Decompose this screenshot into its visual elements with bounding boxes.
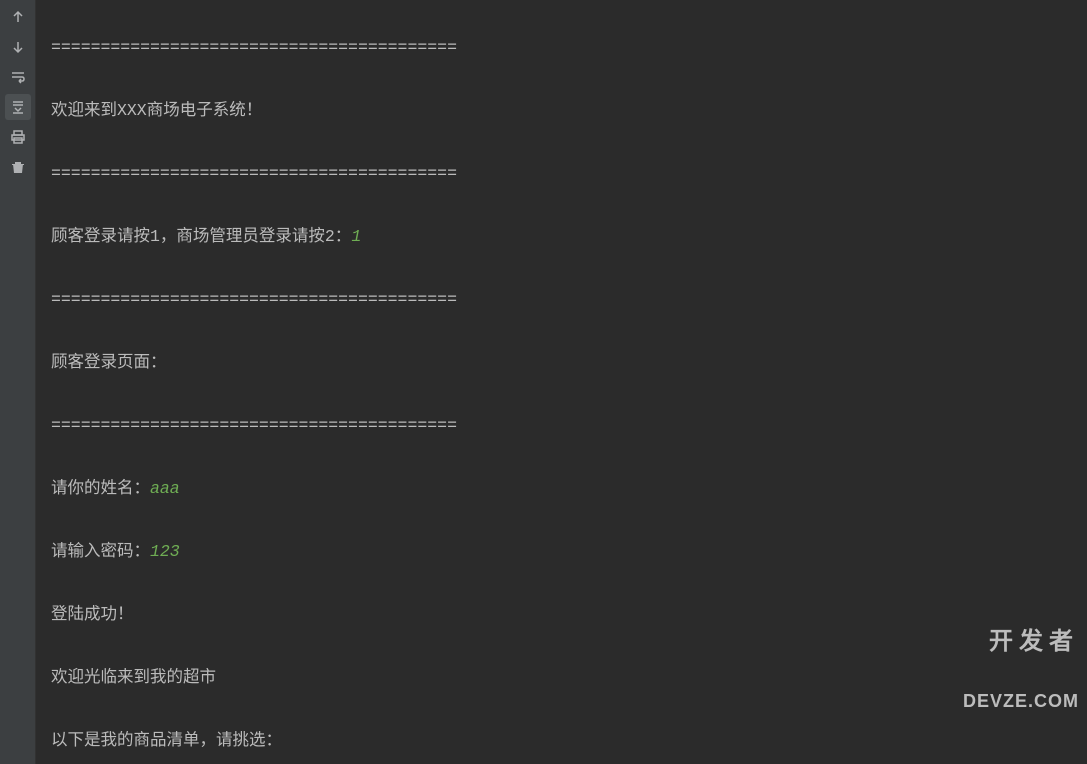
separator-line: ========================================… <box>51 32 1072 64</box>
name-line: 请你的姓名：aaa <box>51 473 1072 505</box>
separator-line: ========================================… <box>51 410 1072 442</box>
name-input: aaa <box>150 479 180 498</box>
login-prompt-text: 顾客登录请按1，商场管理员登录请按2： <box>51 227 351 246</box>
login-success: 登陆成功！ <box>51 599 1072 631</box>
separator-line: ========================================… <box>51 284 1072 316</box>
soft-wrap-icon[interactable] <box>5 64 31 90</box>
password-input: 123 <box>150 542 180 561</box>
welcome-market: 欢迎光临来到我的超市 <box>51 662 1072 694</box>
arrow-down-icon[interactable] <box>5 34 31 60</box>
name-prompt: 请你的姓名： <box>51 479 150 498</box>
login-prompt-line: 顾客登录请按1，商场管理员登录请按2：1 <box>51 221 1072 253</box>
password-prompt: 请输入密码： <box>51 542 150 561</box>
login-input: 1 <box>351 227 361 246</box>
watermark: 开发者 DEVZE.COM <box>963 593 1079 748</box>
welcome-text: 欢迎来到XXX商场电子系统！ <box>51 95 1072 127</box>
scroll-to-end-icon[interactable] <box>5 94 31 120</box>
customer-login-title: 顾客登录页面： <box>51 347 1072 379</box>
separator-line: ========================================… <box>51 158 1072 190</box>
watermark-line2: DEVZE.COM <box>963 692 1079 712</box>
product-list-intro: 以下是我的商品清单，请挑选： <box>51 725 1072 757</box>
console-output[interactable]: ========================================… <box>36 0 1087 764</box>
toolbar <box>0 0 36 764</box>
trash-icon[interactable] <box>5 154 31 180</box>
arrow-up-icon[interactable] <box>5 4 31 30</box>
watermark-line1: 开发者 <box>963 629 1079 655</box>
password-line: 请输入密码：123 <box>51 536 1072 568</box>
print-icon[interactable] <box>5 124 31 150</box>
